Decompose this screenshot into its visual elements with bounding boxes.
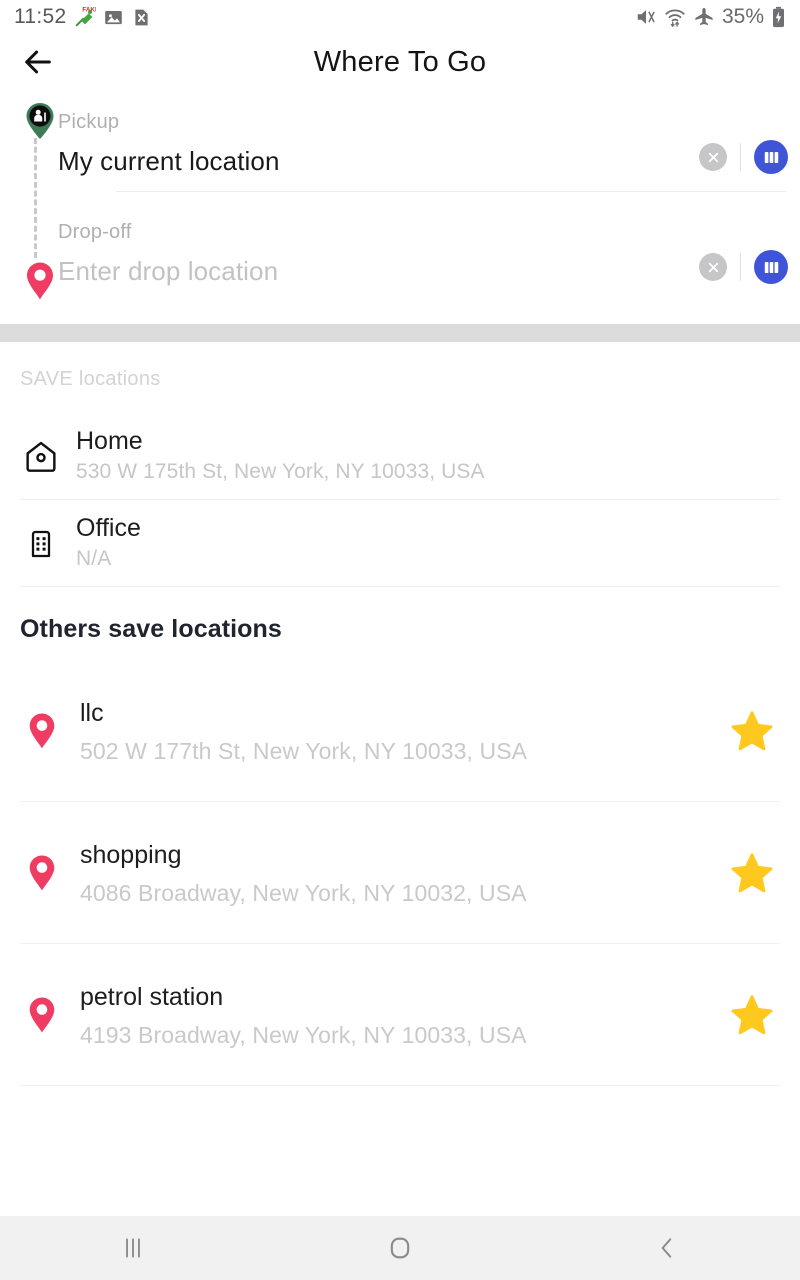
other-location-title: petrol station	[80, 982, 224, 1011]
star-filled-icon	[731, 853, 773, 893]
other-row-divider	[20, 1085, 780, 1086]
recents-icon	[126, 1238, 141, 1258]
saved-location-address: N/A	[76, 546, 112, 570]
saved-locations-heading: SAVE locations	[20, 368, 161, 390]
home-icon	[20, 440, 62, 474]
home-square-icon	[390, 1237, 410, 1259]
map-pin-icon	[20, 712, 64, 750]
chevron-left-icon	[661, 1238, 671, 1258]
route-rail	[22, 100, 54, 306]
saved-location-home-row[interactable]: Home 530 W 175th St, New York, NY 10033,…	[0, 413, 800, 500]
saved-location-home-text: Home 530 W 175th St, New York, NY 10033,…	[76, 426, 485, 488]
battery-percent-label: 35%	[721, 5, 764, 28]
pickup-clear-button[interactable]	[699, 143, 727, 171]
other-location-address: 4086 Broadway, New York, NY 10032, USA	[80, 879, 527, 906]
other-location-title: shopping	[80, 840, 182, 869]
pickup-action-divider	[740, 143, 741, 171]
pickup-field[interactable]: Pickup My current location	[58, 104, 800, 192]
favorite-star-button[interactable]	[724, 708, 780, 754]
favorite-star-button[interactable]	[724, 992, 780, 1038]
image-icon	[104, 10, 122, 24]
map-pin-icon	[20, 996, 64, 1034]
star-filled-icon	[731, 995, 773, 1035]
other-location-address: 502 W 177th St, New York, NY 10033, USA	[80, 737, 528, 764]
favorite-star-button[interactable]	[724, 850, 780, 896]
back-button[interactable]	[18, 42, 58, 82]
map-panels-icon	[764, 151, 778, 163]
fake-gps-icon: FAKE	[75, 7, 96, 27]
other-location-text: petrol station 4193 Broadway, New York, …	[80, 977, 724, 1054]
recents-button[interactable]	[0, 1216, 267, 1280]
app-header: Where To Go	[0, 34, 800, 90]
others-locations-heading: Others save locations	[20, 615, 282, 643]
pickup-map-button[interactable]	[754, 140, 788, 174]
saved-location-title: Home	[76, 426, 143, 455]
dropoff-action-divider	[740, 253, 741, 281]
page-title: Where To Go	[313, 45, 487, 78]
saved-location-title: Office	[76, 513, 141, 542]
app-screen: 11:52 FAKE	[0, 0, 800, 1280]
saved-location-office-row[interactable]: Office N/A	[0, 500, 800, 587]
map-panels-icon	[764, 261, 778, 273]
status-bar-left: 11:52 FAKE	[14, 5, 152, 29]
dropoff-map-pin-icon	[24, 261, 56, 306]
map-pin-icon	[20, 854, 64, 892]
pickup-person-pin-icon	[24, 102, 56, 145]
pickup-divider	[116, 191, 786, 192]
dropoff-actions	[699, 250, 788, 284]
battery-charging-icon	[773, 6, 784, 28]
section-separator-band	[0, 324, 800, 342]
status-bar: 11:52 FAKE	[0, 0, 800, 34]
other-location-title: llc	[80, 698, 104, 727]
dropoff-label: Drop-off	[58, 221, 132, 243]
arrow-left-icon	[25, 50, 51, 74]
route-inputs-section: Pickup My current location Drop-off Ente…	[0, 90, 800, 324]
close-circle-icon	[708, 262, 718, 272]
status-bar-clock: 11:52	[14, 5, 67, 28]
star-filled-icon	[731, 711, 773, 751]
saved-locations-section: SAVE locations Home 530 W 175th St, New …	[0, 342, 800, 587]
dropoff-clear-button[interactable]	[699, 253, 727, 281]
android-navigation-bar	[0, 1216, 800, 1280]
other-location-address: 4193 Broadway, New York, NY 10033, USA	[80, 1021, 527, 1048]
saved-location-address: 530 W 175th St, New York, NY 10033, USA	[76, 459, 485, 483]
wifi-transfer-icon	[665, 9, 685, 27]
document-x-icon	[134, 9, 148, 25]
other-location-text: shopping 4086 Broadway, New York, NY 100…	[80, 835, 724, 912]
other-location-row[interactable]: shopping 4086 Broadway, New York, NY 100…	[0, 802, 800, 944]
others-locations-section: Others save locations llc 502 W 177th St…	[0, 587, 800, 1086]
airplane-mode-icon	[695, 8, 713, 26]
saved-location-office-text: Office N/A	[76, 513, 141, 575]
pickup-actions	[699, 140, 788, 174]
dropoff-map-button[interactable]	[754, 250, 788, 284]
dropoff-input[interactable]: Enter drop location	[58, 242, 786, 287]
other-location-text: llc 502 W 177th St, New York, NY 10033, …	[80, 693, 724, 770]
saved-row-divider	[20, 586, 780, 587]
route-dashed-connector	[34, 138, 37, 258]
svg-text:FAKE: FAKE	[82, 7, 96, 14]
close-circle-icon	[708, 152, 718, 162]
dropoff-field[interactable]: Drop-off Enter drop location	[58, 214, 800, 302]
pickup-input[interactable]: My current location	[58, 132, 786, 177]
status-bar-right: 35%	[635, 5, 786, 29]
mute-icon	[637, 10, 655, 24]
nav-back-button[interactable]	[533, 1216, 800, 1280]
other-location-row[interactable]: petrol station 4193 Broadway, New York, …	[0, 944, 800, 1086]
office-building-icon	[20, 528, 62, 560]
home-button[interactable]	[267, 1216, 534, 1280]
pickup-label: Pickup	[58, 111, 120, 133]
other-location-row[interactable]: llc 502 W 177th St, New York, NY 10033, …	[0, 660, 800, 802]
